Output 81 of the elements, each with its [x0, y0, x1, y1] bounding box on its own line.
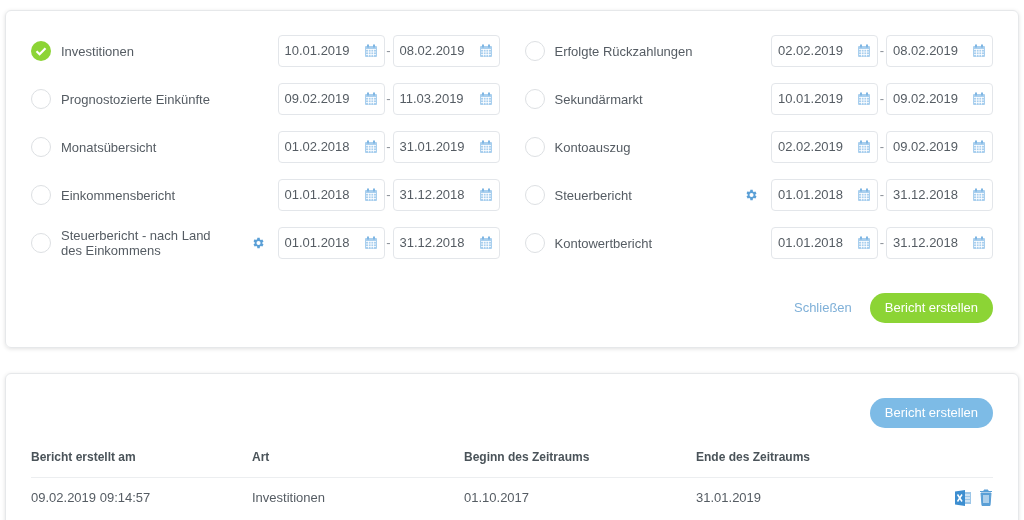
date-field[interactable]: 01.01.2018: [277, 179, 385, 211]
table-cell-text: 31.01.2019: [696, 489, 763, 507]
calendar-icon[interactable]: [363, 188, 378, 202]
report-type-label: Einkommensbericht: [60, 187, 176, 203]
date-field[interactable]: 09.02.2019: [277, 83, 385, 115]
range-separator: -: [878, 234, 886, 253]
calendar-icon[interactable]: [478, 188, 493, 202]
range-separator: -: [878, 90, 886, 109]
calendar-icon[interactable]: [972, 188, 986, 202]
report-type-label: Investitionen: [60, 43, 134, 59]
radio-button[interactable]: [31, 233, 51, 253]
range-separator: -: [385, 186, 392, 205]
report-type-label: Erfolgte Rückzahlungen: [553, 43, 693, 59]
column-header: Bericht erstellt am: [31, 449, 137, 466]
column-header: Ende des Zeitraums: [696, 449, 812, 466]
radio-button[interactable]: [31, 137, 51, 157]
date-field[interactable]: 01.01.2018: [277, 227, 385, 259]
report-type-label: Kontoauszug: [553, 139, 631, 155]
calendar-icon[interactable]: [478, 92, 493, 106]
calendar-icon[interactable]: [857, 44, 871, 58]
calendar-icon[interactable]: [857, 92, 871, 106]
column-header: Beginn des Zeitraums: [464, 449, 591, 466]
range-separator: -: [878, 138, 886, 157]
date-field[interactable]: 10.01.2019: [277, 35, 385, 67]
table-cell-text: Investitionen: [252, 489, 326, 507]
calendar-icon[interactable]: [363, 140, 378, 154]
calendar-icon[interactable]: [972, 92, 986, 106]
date-field[interactable]: 09.02.2019: [886, 131, 993, 163]
settings-icon[interactable]: [744, 188, 758, 202]
calendar-icon[interactable]: [972, 44, 986, 58]
calendar-icon[interactable]: [478, 140, 493, 154]
radio-button[interactable]: [524, 89, 545, 109]
excel-export-icon[interactable]: [955, 489, 972, 506]
calendar-icon[interactable]: [478, 236, 493, 250]
calendar-icon[interactable]: [363, 236, 378, 250]
calendar-icon[interactable]: [478, 44, 493, 58]
date-field[interactable]: 31.01.2019: [392, 131, 500, 163]
date-field[interactable]: 31.12.2018: [886, 227, 993, 259]
radio-button[interactable]: [524, 185, 545, 205]
range-separator: -: [385, 90, 392, 109]
calendar-icon[interactable]: [857, 140, 871, 154]
report-type-label: Monatsübersicht: [60, 139, 157, 155]
report-type-label: Kontowertbericht: [553, 235, 653, 251]
date-field[interactable]: 01.01.2018: [771, 179, 878, 211]
radio-button[interactable]: [31, 89, 51, 109]
checked-radio[interactable]: [31, 41, 51, 61]
calendar-icon[interactable]: [972, 140, 986, 154]
column-header: Art: [252, 449, 271, 466]
date-field[interactable]: 31.12.2018: [392, 179, 500, 211]
date-field[interactable]: 08.02.2019: [392, 35, 500, 67]
report-type-label: Steuerbericht - nach Land des Einkommens: [60, 228, 212, 258]
range-separator: -: [878, 42, 886, 61]
date-field[interactable]: 01.02.2018: [277, 131, 385, 163]
range-separator: -: [385, 234, 392, 253]
date-field[interactable]: 31.12.2018: [886, 179, 993, 211]
report-type-label: Sekundärmarkt: [553, 91, 643, 107]
range-separator: -: [878, 186, 886, 205]
range-separator: -: [385, 42, 392, 61]
calendar-icon[interactable]: [972, 236, 986, 250]
report-type-label: Prognostozierte Einkünfte: [60, 91, 210, 107]
report-type-label: Steuerbericht: [553, 187, 632, 203]
date-field[interactable]: 31.12.2018: [392, 227, 500, 259]
range-separator: -: [385, 138, 392, 157]
calendar-icon[interactable]: [857, 188, 871, 202]
date-field[interactable]: 01.01.2018: [771, 227, 878, 259]
calendar-icon[interactable]: [363, 44, 378, 58]
table-cell-text: 09.02.2019 09:14:57: [31, 489, 152, 507]
radio-button[interactable]: [524, 233, 545, 253]
trash-icon[interactable]: [979, 489, 993, 507]
date-field[interactable]: 02.02.2019: [771, 35, 878, 67]
date-field[interactable]: 08.02.2019: [886, 35, 993, 67]
calendar-icon[interactable]: [857, 236, 871, 250]
table-cell-text: 01.10.2017: [464, 489, 531, 507]
date-field[interactable]: 09.02.2019: [886, 83, 993, 115]
radio-button[interactable]: [524, 41, 545, 61]
date-field[interactable]: 02.02.2019: [771, 131, 878, 163]
calendar-icon[interactable]: [363, 92, 378, 106]
radio-button[interactable]: [524, 137, 545, 157]
date-field[interactable]: 11.03.2019: [392, 83, 500, 115]
date-field[interactable]: 10.01.2019: [771, 83, 878, 115]
radio-button[interactable]: [31, 185, 51, 205]
